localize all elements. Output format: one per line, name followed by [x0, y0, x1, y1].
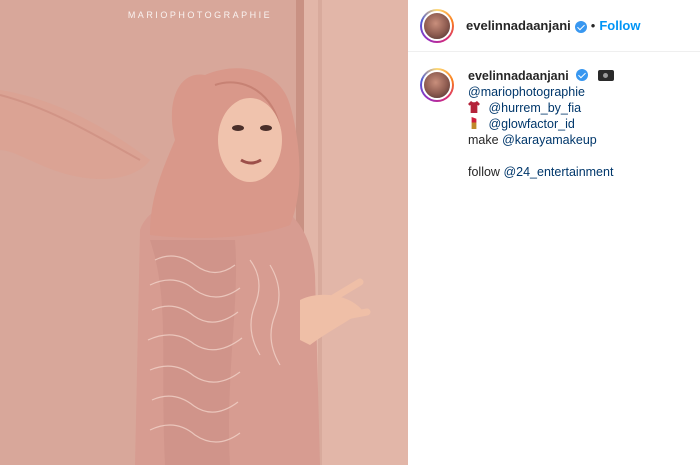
- caption-line-photographer: @mariophotographie: [468, 84, 614, 100]
- caption-body: evelinnadaanjani @mariophotographie @hur…: [468, 68, 614, 180]
- lipstick-icon: [471, 117, 477, 129]
- camera-icon: [597, 70, 614, 81]
- follow-button[interactable]: Follow: [599, 18, 640, 33]
- caption-username[interactable]: evelinnadaanjani: [468, 69, 569, 83]
- separator-dot: •: [590, 18, 596, 33]
- caption-line-header: evelinnadaanjani: [468, 68, 614, 84]
- caption-avatar[interactable]: [420, 68, 454, 102]
- photo-watermark: MARIOPHOTOGRAPHIE: [127, 10, 273, 20]
- verified-badge-icon: [576, 69, 589, 81]
- avatar[interactable]: [420, 8, 454, 43]
- photo-illustration: [0, 0, 408, 465]
- mention-link[interactable]: @mariophotographie: [468, 85, 585, 99]
- caption-text: make: [468, 133, 499, 147]
- caption: evelinnadaanjani @mariophotographie @hur…: [420, 68, 690, 180]
- mention-link[interactable]: @24_entertainment: [503, 165, 613, 179]
- header-username[interactable]: evelinnadaanjani: [466, 18, 571, 33]
- caption-line-makeup: make @karayamakeup: [468, 132, 614, 148]
- mention-link[interactable]: @hurrem_by_fia: [488, 101, 581, 115]
- avatar-image: [422, 10, 452, 41]
- mention-link[interactable]: @karayamakeup: [502, 133, 597, 147]
- caption-text: follow: [468, 165, 500, 179]
- post-photo[interactable]: MARIOPHOTOGRAPHIE: [0, 0, 408, 465]
- caption-line-outfit: @hurrem_by_fia: [468, 100, 614, 116]
- avatar-image: [422, 70, 452, 100]
- post-side-panel: evelinnadaanjani • Follow evelinnadaanja…: [408, 0, 700, 465]
- shirt-icon: [468, 101, 480, 113]
- caption-line-glow: @glowfactor_id: [468, 116, 614, 132]
- mention-link[interactable]: @glowfactor_id: [488, 117, 574, 131]
- verified-badge-icon: [574, 20, 587, 33]
- caption-line-follow: follow @24_entertainment: [468, 164, 614, 180]
- post-header: evelinnadaanjani • Follow: [408, 0, 700, 52]
